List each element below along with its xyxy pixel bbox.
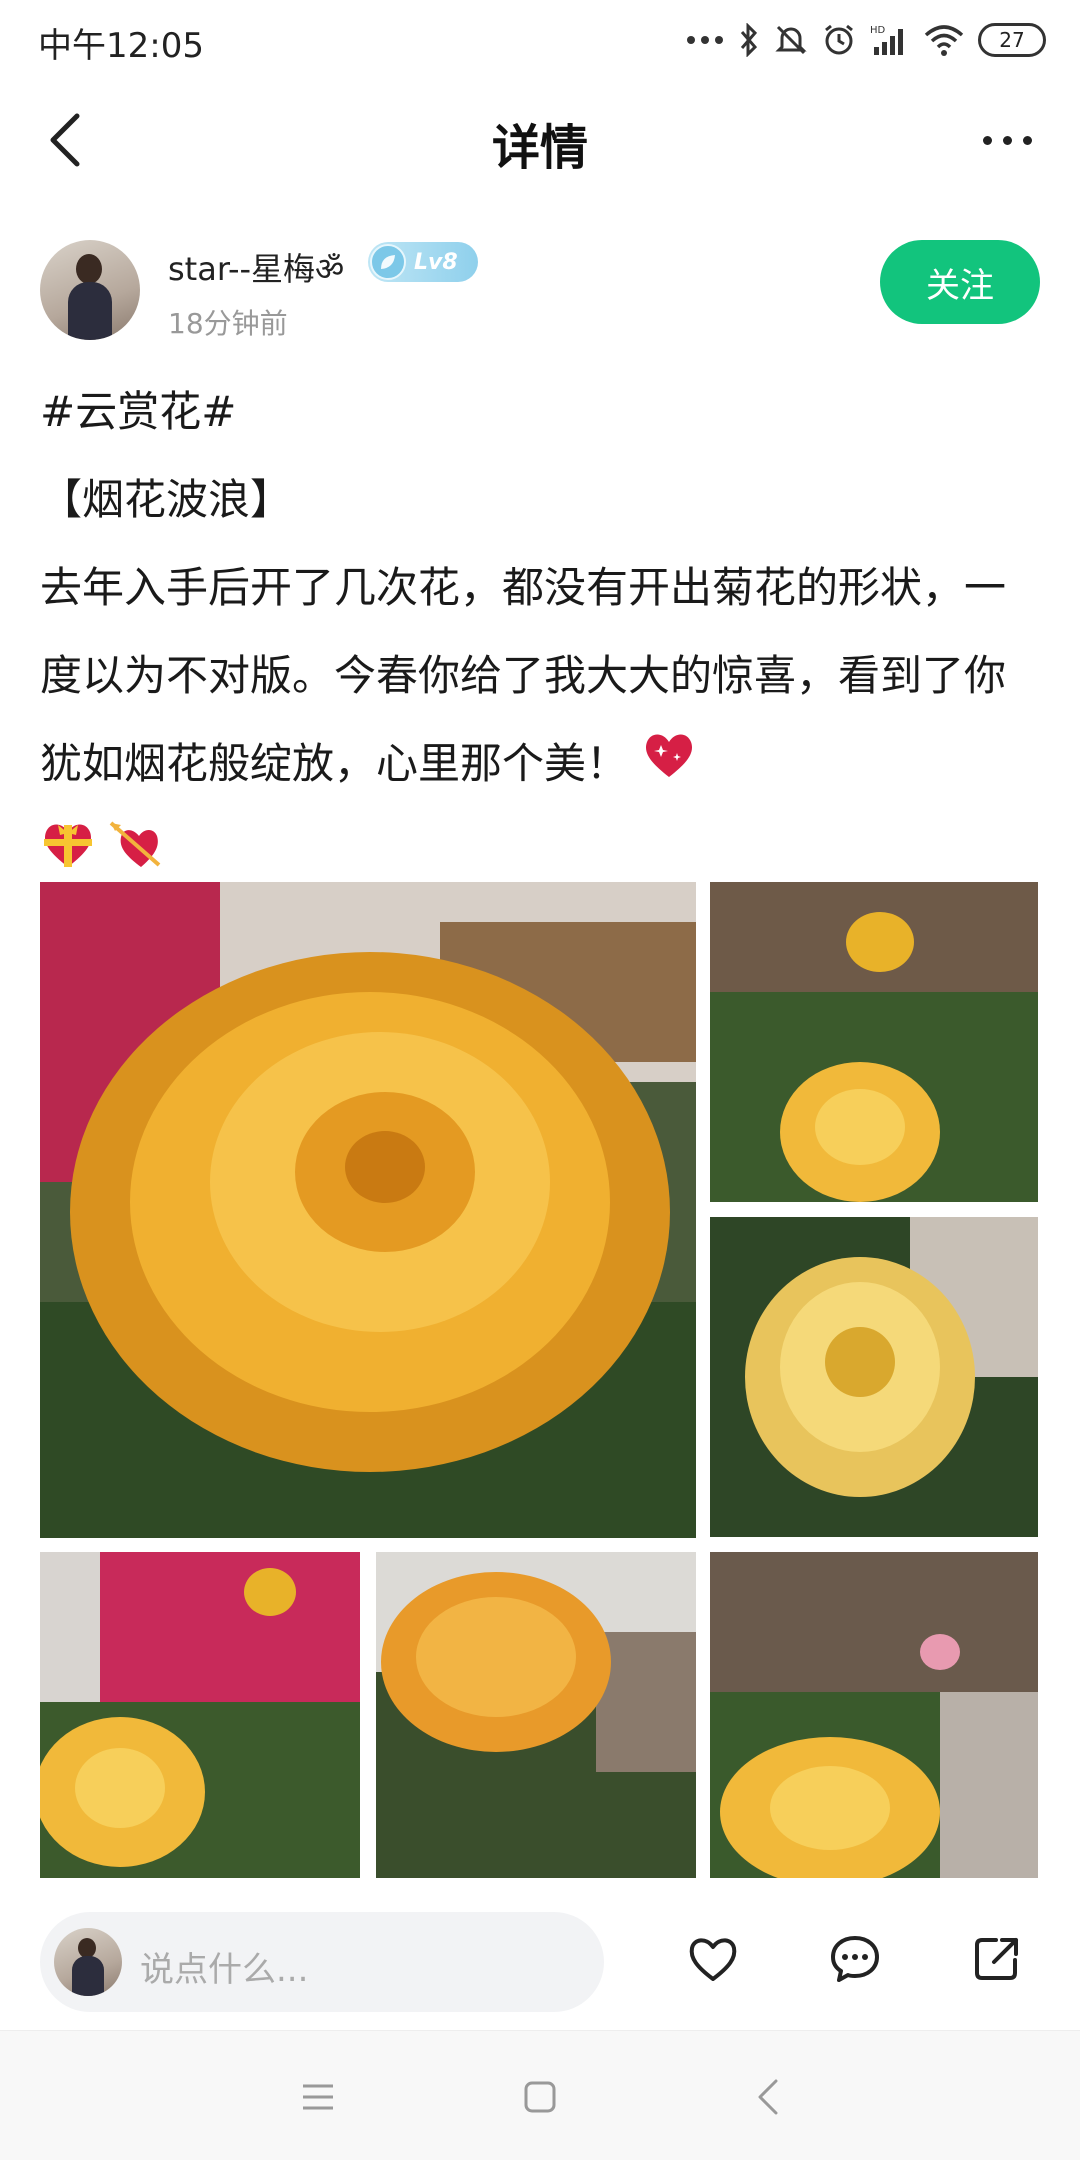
post-title: 【烟花波浪】 — [40, 475, 293, 524]
battery-icon: 27 — [978, 23, 1046, 57]
photo-5[interactable] — [376, 1552, 696, 1878]
photo-main[interactable] — [40, 882, 696, 1538]
photo-2[interactable] — [710, 882, 1038, 1202]
comment-button[interactable] — [820, 1924, 890, 1994]
system-nav-bar — [0, 2030, 1080, 2160]
system-back-button[interactable] — [738, 2067, 798, 2127]
post-content: #云赏花# 【烟花波浪】 去年入手后开了几次花，都没有开出菊花的形状，一度以为不… — [40, 368, 1040, 901]
comment-avatar — [54, 1928, 122, 1996]
home-square-icon — [524, 2081, 556, 2113]
follow-button[interactable]: 关注 — [880, 240, 1040, 324]
post-hashtag[interactable]: #云赏花# — [40, 368, 1040, 456]
share-button[interactable] — [962, 1924, 1032, 1994]
level-text: Lv8 — [414, 249, 458, 275]
nav-bar: 详情 — [0, 80, 1080, 200]
share-icon — [975, 1938, 1018, 1980]
mute-icon — [774, 23, 808, 57]
menu-icon — [303, 2084, 333, 2110]
svg-text:HD: HD — [870, 25, 886, 36]
author-row: star--星梅ॐ Lv8 18分钟前 关注 — [40, 240, 1040, 340]
more-button[interactable] — [972, 110, 1042, 170]
page-title: 详情 — [491, 120, 588, 176]
photo-grid — [40, 882, 1040, 1880]
photo-4[interactable] — [40, 1552, 360, 1878]
post-body: 去年入手后开了几次花，都没有开出菊花的形状，一度以为不对版。今春你给了我大大的惊… — [40, 563, 1007, 788]
leaf-icon — [370, 244, 406, 280]
avatar[interactable] — [40, 240, 140, 340]
hd-signal-icon: HD — [870, 23, 910, 57]
author-name[interactable]: star--星梅ॐ — [168, 244, 344, 290]
more-icon-dot — [1002, 135, 1012, 145]
sparkling-heart-icon — [641, 723, 697, 811]
photo-3[interactable] — [710, 1217, 1038, 1537]
system-back-icon — [758, 2079, 778, 2115]
bottom-action-bar: 说点什么... — [0, 1896, 1080, 2026]
comment-placeholder: 说点什么... — [140, 1950, 309, 1990]
system-menu-button[interactable] — [288, 2067, 348, 2127]
status-time: 中午12:05 — [38, 26, 204, 66]
status-bar: 中午12:05 HD 27 — [0, 0, 1080, 80]
bluetooth-icon — [738, 23, 760, 57]
like-button[interactable] — [678, 1924, 748, 1994]
heart-icon — [689, 1938, 737, 1981]
post-body-wrapper: 去年入手后开了几次花，都没有开出菊花的形状，一度以为不对版。今春你给了我大大的惊… — [40, 544, 1040, 811]
alarm-icon — [822, 23, 856, 57]
level-badge: Lv8 — [368, 242, 478, 282]
more-icon-dot — [1022, 135, 1032, 145]
system-home-button[interactable] — [510, 2067, 570, 2127]
more-dots-icon — [686, 35, 724, 45]
photo-6[interactable] — [710, 1552, 1038, 1878]
comment-input[interactable]: 说点什么... — [40, 1912, 604, 2012]
more-icon-dot — [982, 135, 992, 145]
wifi-icon — [924, 23, 964, 57]
status-icons: HD 27 — [686, 18, 1046, 62]
post-time: 18分钟前 — [168, 307, 288, 340]
comment-icon — [831, 1936, 879, 1982]
